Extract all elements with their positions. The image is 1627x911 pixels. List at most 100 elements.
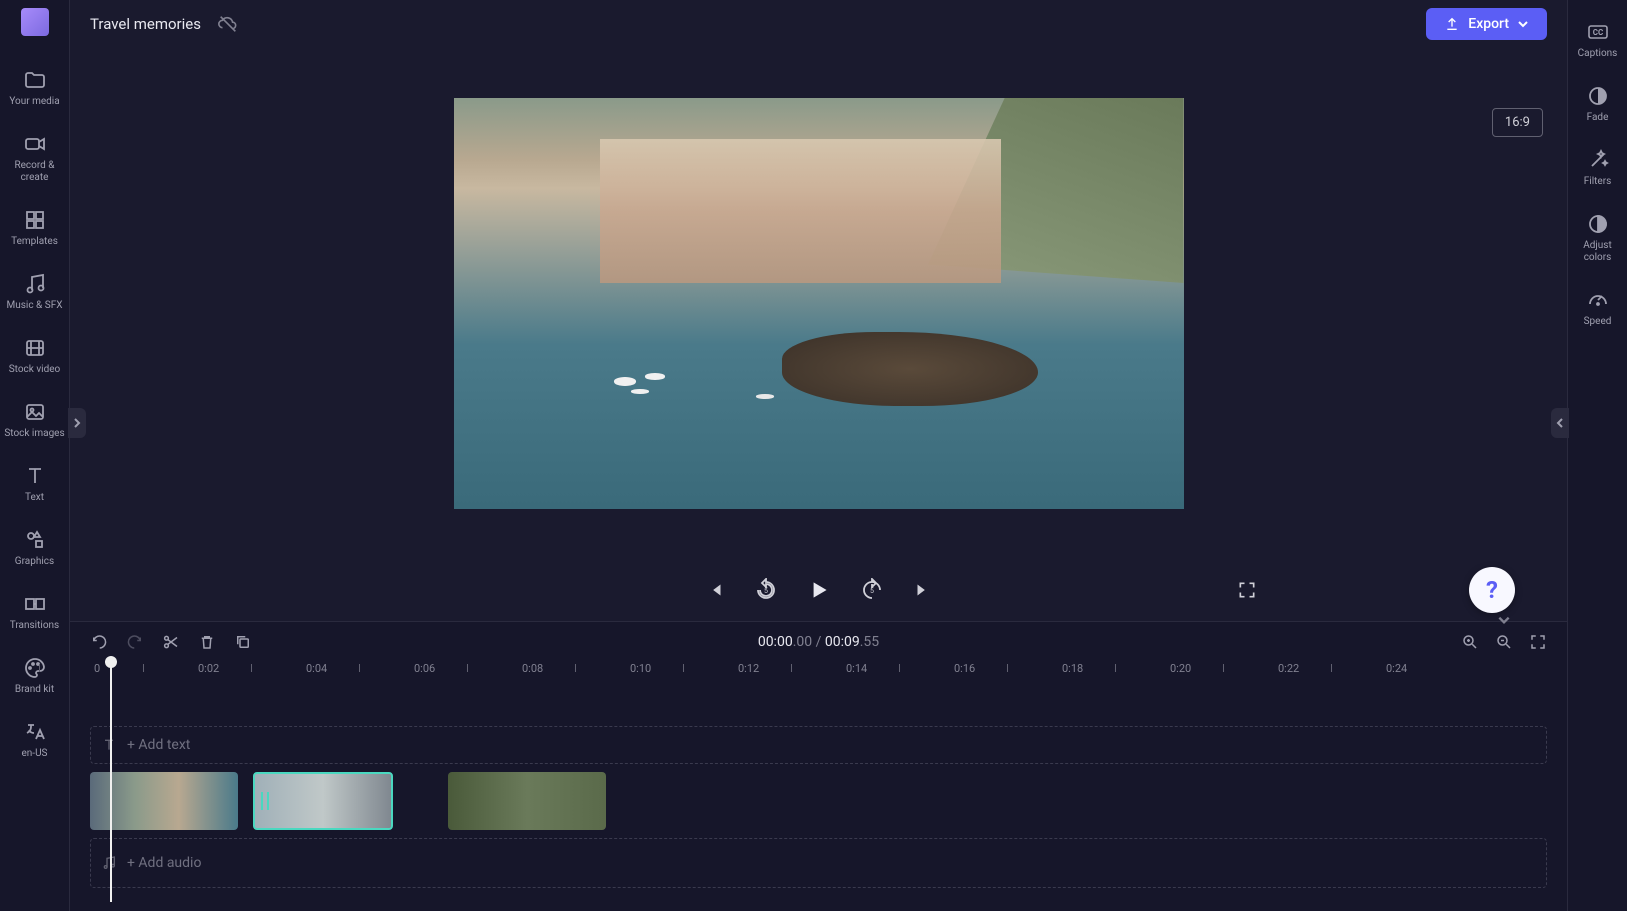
palette-icon	[23, 656, 47, 680]
ruler-tick: 0:12	[738, 662, 759, 675]
sidebar-item-label: Stock images	[4, 428, 64, 440]
duplicate-button[interactable]	[234, 633, 252, 651]
play-button[interactable]	[806, 577, 832, 603]
sidebar-item-music-sfx[interactable]: Music & SFX	[0, 260, 69, 324]
help-button[interactable]: ?	[1469, 567, 1515, 613]
sidebar-item-transitions[interactable]: Transitions	[0, 580, 69, 644]
sidebar-item-label: Text	[25, 492, 44, 504]
add-text-label: + Add text	[127, 737, 190, 753]
sidebar-item-stock-video[interactable]: Stock video	[0, 324, 69, 388]
grid-icon	[23, 208, 47, 232]
main-area: Travel memories Export 16:9 5 5	[70, 0, 1567, 911]
project-title[interactable]: Travel memories	[90, 15, 201, 33]
video-clip-1[interactable]	[90, 772, 238, 830]
camera-icon	[23, 132, 47, 156]
sidebar-item-label: Music & SFX	[7, 300, 63, 312]
sidebar-item-filters[interactable]: Filters	[1568, 136, 1627, 200]
current-frac: .00	[793, 634, 812, 650]
playhead[interactable]	[110, 662, 112, 902]
contrast-icon	[1586, 212, 1610, 236]
undo-icon	[90, 633, 108, 651]
playback-controls: 5 5 ?	[70, 559, 1567, 621]
fullscreen-button[interactable]	[1237, 580, 1257, 600]
sidebar-item-label: Graphics	[15, 556, 54, 568]
scissors-icon	[162, 633, 180, 651]
sidebar-item-templates[interactable]: Templates	[0, 196, 69, 260]
shapes-icon	[23, 528, 47, 552]
text-track[interactable]: + Add text	[90, 726, 1547, 764]
aspect-ratio-button[interactable]: 16:9	[1492, 108, 1543, 137]
zoom-fit-icon	[1529, 633, 1547, 651]
current-time: 00:00	[758, 634, 793, 650]
ruler-tick: 0:06	[414, 662, 435, 675]
export-label: Export	[1468, 16, 1509, 32]
sidebar-item-graphics[interactable]: Graphics	[0, 516, 69, 580]
zoom-out-icon	[1495, 633, 1513, 651]
cc-icon: CC	[1586, 20, 1610, 44]
video-clip-3[interactable]	[448, 772, 606, 830]
copy-icon	[234, 633, 252, 651]
sidebar-item-label: Record & create	[4, 160, 65, 184]
timeline-ruler[interactable]: 0 0:02 0:04 0:06 0:08 0:10 0:12 0:14 0:1…	[90, 662, 1567, 686]
seek-forward-button[interactable]: 5	[860, 578, 884, 602]
ruler-tick: 0:04	[306, 662, 327, 675]
sidebar-item-stock-images[interactable]: Stock images	[0, 388, 69, 452]
zoom-fit-button[interactable]	[1529, 633, 1547, 651]
timeline-section: 00:00.00 / 00:09.55 0 0:02 0:04 0:06 0:0…	[70, 621, 1567, 911]
replay-5-icon: 5	[754, 578, 778, 602]
seek-back-button[interactable]: 5	[754, 578, 778, 602]
svg-text:5: 5	[764, 587, 768, 595]
question-icon: ?	[1486, 576, 1498, 604]
sidebar-item-brand-kit[interactable]: Brand kit	[0, 644, 69, 708]
cloud-sync-off-icon[interactable]	[217, 13, 239, 35]
ruler-tick: 0:08	[522, 662, 543, 675]
skip-start-button[interactable]	[704, 579, 726, 601]
ruler-tick: 0:14	[846, 662, 867, 675]
chevron-left-icon	[1555, 418, 1565, 428]
transition-icon	[23, 592, 47, 616]
audio-track[interactable]: + Add audio	[90, 838, 1547, 888]
sidebar-item-record-create[interactable]: Record & create	[0, 120, 69, 196]
film-icon	[23, 336, 47, 360]
upload-icon	[1444, 16, 1460, 32]
sidebar-item-label: Your media	[9, 96, 59, 108]
sidebar-item-label: Transitions	[10, 620, 59, 632]
video-preview[interactable]	[454, 98, 1184, 509]
music-icon	[23, 272, 47, 296]
video-clip-2-selected[interactable]: Approaching the Empire State Building in…	[253, 772, 393, 830]
zoom-out-button[interactable]	[1495, 633, 1513, 651]
text-icon	[101, 737, 117, 753]
delete-button[interactable]	[198, 633, 216, 651]
sidebar-item-your-media[interactable]: Your media	[0, 56, 69, 120]
fade-icon	[1586, 84, 1610, 108]
ruler-tick: 0:22	[1278, 662, 1299, 675]
skip-end-button[interactable]	[912, 579, 934, 601]
sidebar-item-text[interactable]: Text	[0, 452, 69, 516]
sidebar-item-speed[interactable]: Speed	[1568, 276, 1627, 340]
ruler-tick: 0:10	[630, 662, 651, 675]
chevron-right-icon	[72, 418, 82, 428]
folder-icon	[23, 68, 47, 92]
undo-button[interactable]	[90, 633, 108, 651]
app-logo-icon[interactable]	[21, 8, 49, 36]
sidebar-item-locale[interactable]: en-US	[0, 708, 69, 772]
sidebar-item-adjust-colors[interactable]: Adjust colors	[1568, 200, 1627, 276]
total-time: 00:09	[825, 634, 860, 650]
expand-right-panel-button[interactable]	[1551, 408, 1569, 438]
topbar: Travel memories Export	[70, 0, 1567, 48]
video-track[interactable]: Approaching the Empire State Building in…	[90, 772, 1547, 830]
trash-icon	[198, 633, 216, 651]
expand-left-panel-button[interactable]	[68, 408, 86, 438]
ruler-tick: 0:20	[1170, 662, 1191, 675]
ruler-tick: 0	[94, 662, 100, 675]
redo-button[interactable]	[126, 633, 144, 651]
sidebar-item-captions[interactable]: CC Captions	[1568, 8, 1627, 72]
skip-next-icon	[912, 579, 934, 601]
zoom-in-button[interactable]	[1461, 633, 1479, 651]
sidebar-item-label: Stock video	[9, 364, 61, 376]
sidebar-item-fade[interactable]: Fade	[1568, 72, 1627, 136]
export-button[interactable]: Export	[1426, 8, 1547, 40]
split-button[interactable]	[162, 633, 180, 651]
add-audio-label: + Add audio	[127, 855, 201, 871]
wand-icon	[1586, 148, 1610, 172]
